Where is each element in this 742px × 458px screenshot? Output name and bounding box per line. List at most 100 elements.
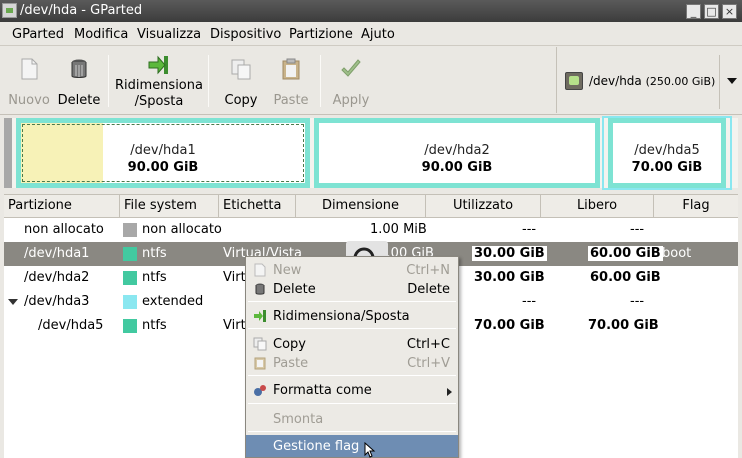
close-button[interactable]: ×: [722, 4, 737, 19]
apply-button[interactable]: Apply: [326, 47, 376, 113]
partition-table-header: Partizione File system Etichetta Dimensi…: [4, 194, 738, 218]
partition-map-hda2[interactable]: /dev/hda2 90.00 GiB: [314, 118, 600, 188]
context-menu: New Ctrl+N Delete Delete Ridimensiona/Sp…: [245, 256, 459, 458]
cell-label: Virt: [223, 318, 246, 333]
cell-label: Virt: [223, 270, 246, 285]
context-item-label: Copy: [273, 337, 306, 352]
device-selector-text: /dev/hda (250.00 GiB): [589, 74, 715, 88]
cell-partition: /dev/hda3: [24, 294, 90, 309]
trash-icon: [255, 283, 265, 295]
new-document-icon: [254, 263, 266, 277]
context-item-manage-flags[interactable]: Gestione flag: [246, 435, 458, 458]
context-item-paste[interactable]: Paste Ctrl+V: [246, 352, 458, 374]
shortcut-label: Ctrl+V: [407, 356, 450, 371]
expander-triangle-icon[interactable]: [8, 299, 18, 305]
trash-icon: [71, 59, 87, 78]
cell-filesystem: ntfs: [142, 246, 167, 261]
menu-visualizza[interactable]: Visualizza: [137, 27, 201, 42]
context-item-format-as[interactable]: Formatta come: [246, 379, 458, 401]
shortcut-label: Ctrl+C: [406, 337, 450, 352]
paste-icon: [282, 58, 300, 80]
menu-modifica[interactable]: Modifica: [74, 27, 128, 42]
cell-partition: non allocato: [24, 222, 104, 237]
col-flag[interactable]: Flag: [654, 195, 738, 217]
fs-color-swatch: [123, 223, 137, 237]
cell-used: 70.00 GiB: [474, 318, 545, 333]
disk-map: /dev/hda1 90.00 GiB /dev/hda2 90.00 GiB …: [4, 116, 738, 190]
fs-color-swatch: [123, 247, 137, 261]
cell-filesystem: non allocato: [142, 222, 222, 237]
partition-map-size: 90.00 GiB: [421, 160, 493, 175]
menu-ajuto[interactable]: Ajuto: [361, 27, 395, 42]
menu-partizione[interactable]: Partizione: [289, 27, 353, 42]
copy-button-label: Copy: [224, 93, 258, 108]
toolbar: Nuovo Delete Ridimensiona /Sposta Copy P…: [0, 47, 742, 115]
col-free[interactable]: Libero: [541, 195, 654, 217]
resize-move-button[interactable]: Ridimensiona /Sposta: [114, 47, 204, 113]
col-filesystem[interactable]: File system: [120, 195, 219, 217]
partition-map-size: 70.00 GiB: [631, 160, 703, 175]
menu-gparted[interactable]: GParted: [12, 27, 64, 42]
context-item-resize-move[interactable]: Ridimensiona/Sposta: [246, 305, 458, 327]
context-item-delete[interactable]: Delete Delete: [246, 278, 458, 300]
partition-map-hda5[interactable]: /dev/hda5 70.00 GiB: [608, 118, 726, 188]
paste-button[interactable]: Paste: [266, 47, 316, 113]
title-bar: /dev/hda - GParted _ □ ×: [0, 0, 742, 22]
partition-map-hda1[interactable]: /dev/hda1 90.00 GiB: [16, 118, 310, 188]
cell-used: ---: [522, 294, 537, 309]
delete-button-label: Delete: [57, 93, 101, 108]
fs-color-swatch: [123, 271, 137, 285]
menu-dispositivo[interactable]: Dispositivo: [210, 27, 281, 42]
minimize-button[interactable]: _: [686, 4, 701, 19]
menu-bar: GParted Modifica Visualizza Dispositivo …: [0, 22, 742, 46]
apply-button-label: Apply: [332, 93, 370, 108]
blank-area: [474, 346, 656, 362]
menu-separator: [248, 375, 456, 376]
context-item-label: Ridimensiona/Sposta: [273, 309, 410, 324]
checkmark-icon: [341, 59, 361, 77]
col-used[interactable]: Utilizzato: [426, 195, 541, 217]
cell-used: ---: [522, 222, 537, 237]
paste-button-label: Paste: [273, 93, 309, 108]
col-partition[interactable]: Partizione: [4, 195, 120, 217]
cell-partition: /dev/hda1: [24, 246, 90, 261]
cell-free: ---: [630, 294, 645, 309]
cell-partition: /dev/hda2: [24, 270, 90, 285]
menu-separator: [248, 328, 456, 329]
new-button[interactable]: Nuovo: [4, 47, 54, 113]
partition-map-name: /dev/hda1: [130, 143, 196, 158]
menu-separator: [248, 403, 456, 404]
harddisk-icon: [565, 72, 583, 90]
shortcut-label: Ctrl+N: [406, 263, 450, 278]
copy-icon: [231, 59, 251, 80]
unallocated-segment[interactable]: [4, 118, 12, 188]
toolbar-separator: [208, 55, 209, 107]
device-selector[interactable]: /dev/hda (250.00 GiB): [556, 47, 742, 113]
device-name: /dev/hda: [589, 74, 642, 88]
menu-separator: [248, 301, 456, 302]
table-row[interactable]: non allocato non allocato 1.00 MiB --- -…: [4, 218, 738, 242]
cell-filesystem: ntfs: [142, 270, 167, 285]
cell-used: 30.00 GiB: [472, 246, 547, 261]
context-item-label: Smonta: [273, 412, 324, 427]
window-title: /dev/hda - GParted: [20, 3, 143, 18]
maximize-button[interactable]: □: [704, 4, 719, 19]
delete-button[interactable]: Delete: [54, 47, 104, 113]
fs-color-swatch: [123, 319, 137, 333]
chevron-down-icon[interactable]: [719, 55, 742, 109]
resize-arrow-icon: [148, 55, 168, 75]
cell-filesystem: ntfs: [142, 318, 167, 333]
context-item-label: New: [273, 263, 302, 278]
resize-label-line1: Ridimensiona: [115, 78, 203, 93]
col-size[interactable]: Dimensione: [296, 195, 426, 217]
shortcut-label: Delete: [407, 282, 450, 297]
cell-free: 70.00 GiB: [588, 318, 659, 333]
context-item-unmount[interactable]: Smonta: [246, 408, 458, 430]
partition-map-size: 90.00 GiB: [127, 160, 199, 175]
new-document-icon: [21, 58, 38, 80]
cell-flag: boot: [662, 246, 692, 261]
col-label[interactable]: Etichetta: [219, 195, 296, 217]
cell-size: 1.00 MiB: [370, 222, 427, 237]
copy-button[interactable]: Copy: [216, 47, 266, 113]
context-item-label: Formatta come: [273, 383, 372, 398]
